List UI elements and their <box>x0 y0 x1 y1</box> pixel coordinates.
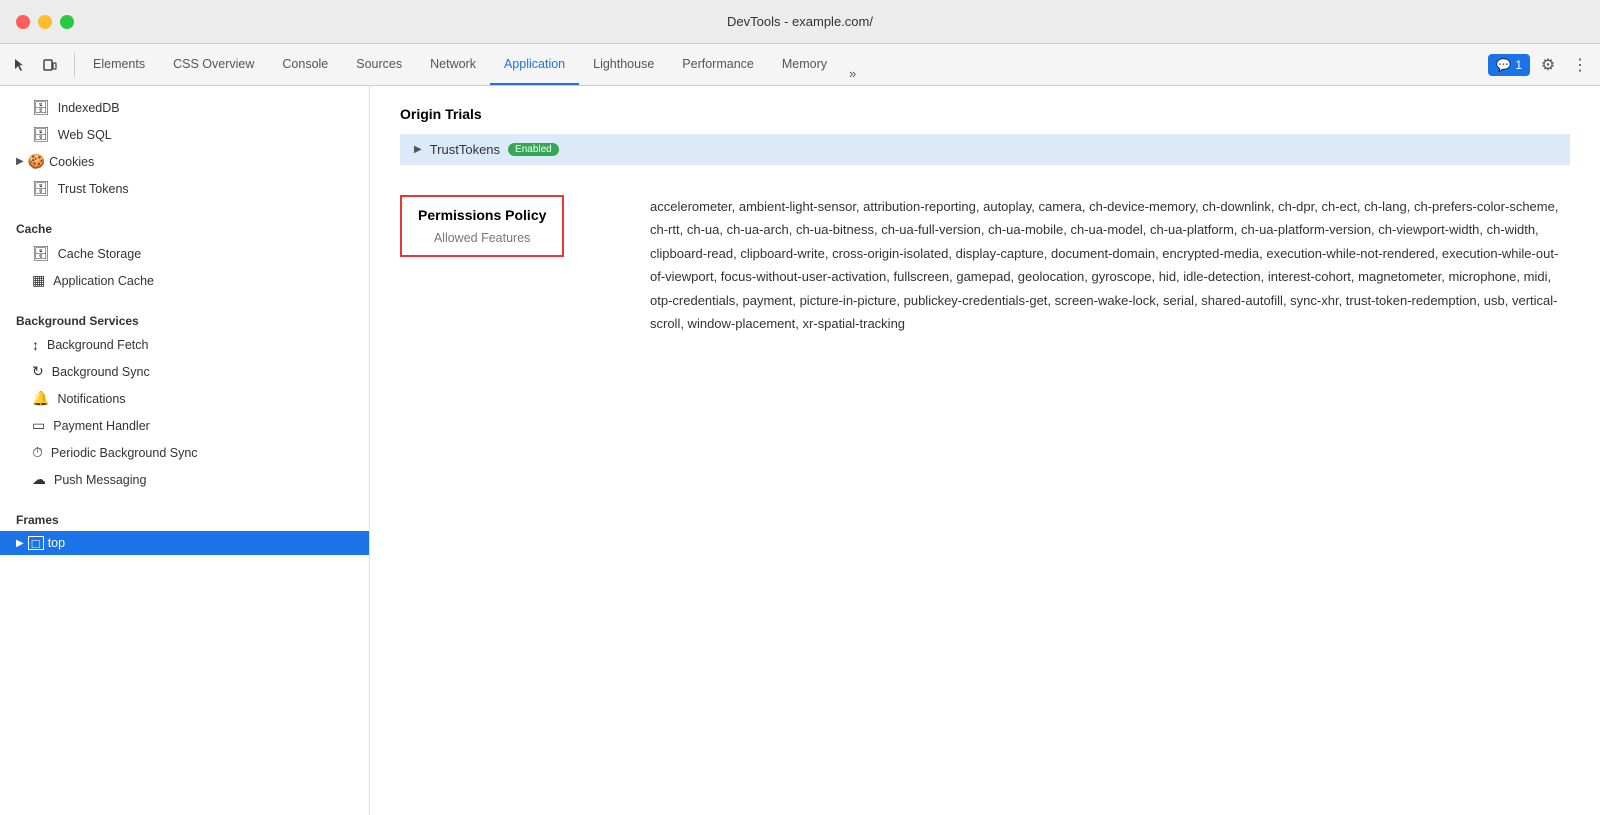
sidebar-item-push-messaging[interactable]: ☁ Push Messaging <box>0 466 369 493</box>
allowed-features-text: accelerometer, ambient-light-sensor, att… <box>640 195 1570 335</box>
top-frame-arrow-icon: ▶ <box>16 538 24 549</box>
close-button[interactable] <box>16 15 30 29</box>
content-panel: Origin Trials ▶ TrustTokens Enabled Perm… <box>370 86 1600 815</box>
sidebar-item-push-messaging-label: Push Messaging <box>54 473 146 487</box>
settings-button[interactable]: ⚙ <box>1534 51 1562 79</box>
chat-button[interactable]: 💬 1 <box>1488 54 1530 76</box>
periodic-bg-sync-icon: ⏱ <box>32 444 43 461</box>
titlebar: DevTools - example.com/ <box>0 0 1600 44</box>
permissions-box: Permissions Policy Allowed Features <box>400 195 564 257</box>
sidebar-item-cache-storage-label: Cache Storage <box>58 247 141 261</box>
maximize-button[interactable] <box>60 15 74 29</box>
top-frame-icon: □ <box>28 536 44 550</box>
cookies-arrow-icon: ▶ <box>16 156 24 167</box>
more-tabs-button[interactable]: » <box>841 62 864 85</box>
sidebar-item-web-sql[interactable]: 🗄 Web SQL <box>0 121 369 148</box>
sidebar-item-application-cache[interactable]: ▦ Application Cache <box>0 267 369 294</box>
payment-handler-icon: ▭ <box>32 417 45 434</box>
more-options-button[interactable]: ⋮ <box>1566 51 1594 79</box>
sidebar-item-background-sync-label: Background Sync <box>52 365 150 379</box>
sidebar-item-notifications[interactable]: 🔔 Notifications <box>0 385 369 412</box>
sidebar-item-periodic-bg-sync-label: Periodic Background Sync <box>51 446 198 460</box>
tab-sources[interactable]: Sources <box>342 44 416 85</box>
trust-tokens-arrow-icon: ▶ <box>414 144 422 155</box>
tab-network[interactable]: Network <box>416 44 490 85</box>
tab-memory[interactable]: Memory <box>768 44 841 85</box>
sidebar-item-trust-tokens[interactable]: 🗄 Trust Tokens <box>0 175 369 202</box>
background-sync-icon: ↻ <box>32 363 44 380</box>
sidebar-item-web-sql-label: Web SQL <box>58 128 112 142</box>
toolbar-icons <box>6 51 64 79</box>
origin-trials-section: Origin Trials ▶ TrustTokens Enabled <box>370 86 1600 175</box>
chat-icon: 💬 <box>1496 58 1511 72</box>
tabs: Elements CSS Overview Console Sources Ne… <box>79 44 1488 85</box>
sidebar-item-cache-storage[interactable]: 🗄 Cache Storage <box>0 240 369 267</box>
sidebar-item-trust-tokens-label: Trust Tokens <box>58 182 129 196</box>
sidebar-item-background-fetch-label: Background Fetch <box>47 338 148 352</box>
minimize-button[interactable] <box>38 15 52 29</box>
trust-tokens-label: TrustTokens <box>430 142 500 157</box>
origin-trials-title: Origin Trials <box>400 106 1570 122</box>
sidebar-item-payment-handler[interactable]: ▭ Payment Handler <box>0 412 369 439</box>
tab-lighthouse[interactable]: Lighthouse <box>579 44 668 85</box>
toolbar-divider <box>74 53 75 77</box>
chat-count: 1 <box>1515 58 1522 72</box>
tab-css-overview[interactable]: CSS Overview <box>159 44 268 85</box>
permissions-policy-section: Permissions Policy Allowed Features acce… <box>370 175 1600 355</box>
indexed-db-icon: 🗄 <box>32 99 50 116</box>
sidebar-item-periodic-bg-sync[interactable]: ⏱ Periodic Background Sync <box>0 439 369 466</box>
sidebar-item-background-fetch[interactable]: ↕ Background Fetch <box>0 332 369 358</box>
toolbar: Elements CSS Overview Console Sources Ne… <box>0 44 1600 86</box>
cookies-icon: 🍪 <box>28 153 45 170</box>
main-area: 🗄 IndexedDB 🗄 Web SQL ▶ 🍪 Cookies 🗄 Trus… <box>0 86 1600 815</box>
sidebar-item-cookies[interactable]: ▶ 🍪 Cookies <box>0 148 369 175</box>
web-sql-icon: 🗄 <box>32 126 50 143</box>
window-title: DevTools - example.com/ <box>727 14 873 29</box>
background-fetch-icon: ↕ <box>32 337 39 353</box>
frames-section-header: Frames <box>0 503 369 531</box>
enabled-badge: Enabled <box>508 143 559 156</box>
sidebar-item-top-label: top <box>48 536 65 550</box>
sidebar-item-indexed-db[interactable]: 🗄 IndexedDB <box>0 94 369 121</box>
window-controls <box>16 15 74 29</box>
cursor-icon[interactable] <box>6 51 34 79</box>
trust-tokens-icon: 🗄 <box>32 180 50 197</box>
cache-section-header: Cache <box>0 212 369 240</box>
permissions-policy-title: Permissions Policy <box>418 207 546 223</box>
push-messaging-icon: ☁ <box>32 471 46 488</box>
permissions-label-col: Permissions Policy Allowed Features <box>400 195 640 257</box>
sidebar-item-payment-handler-label: Payment Handler <box>53 419 150 433</box>
cache-storage-icon: 🗄 <box>32 245 50 262</box>
sidebar-item-top-frame[interactable]: ▶ □ top <box>0 531 369 555</box>
device-toggle-icon[interactable] <box>36 51 64 79</box>
settings-icon: ⚙ <box>1541 55 1555 75</box>
sidebar: 🗄 IndexedDB 🗄 Web SQL ▶ 🍪 Cookies 🗄 Trus… <box>0 86 370 815</box>
tab-performance[interactable]: Performance <box>668 44 768 85</box>
sidebar-item-notifications-label: Notifications <box>57 392 125 406</box>
sidebar-item-cookies-label: Cookies <box>49 155 94 169</box>
notifications-icon: 🔔 <box>32 390 49 407</box>
bg-services-section-header: Background Services <box>0 304 369 332</box>
more-vert-icon: ⋮ <box>1572 55 1588 75</box>
tab-console[interactable]: Console <box>268 44 342 85</box>
sidebar-item-background-sync[interactable]: ↻ Background Sync <box>0 358 369 385</box>
tab-application[interactable]: Application <box>490 44 579 85</box>
sidebar-item-indexed-db-label: IndexedDB <box>58 101 120 115</box>
allowed-features-label: Allowed Features <box>418 231 546 245</box>
permissions-table: Permissions Policy Allowed Features acce… <box>400 195 1570 335</box>
toolbar-right: 💬 1 ⚙ ⋮ <box>1488 51 1594 79</box>
trust-tokens-row[interactable]: ▶ TrustTokens Enabled <box>400 134 1570 165</box>
tab-elements[interactable]: Elements <box>79 44 159 85</box>
application-cache-icon: ▦ <box>32 272 45 289</box>
sidebar-item-application-cache-label: Application Cache <box>53 274 154 288</box>
